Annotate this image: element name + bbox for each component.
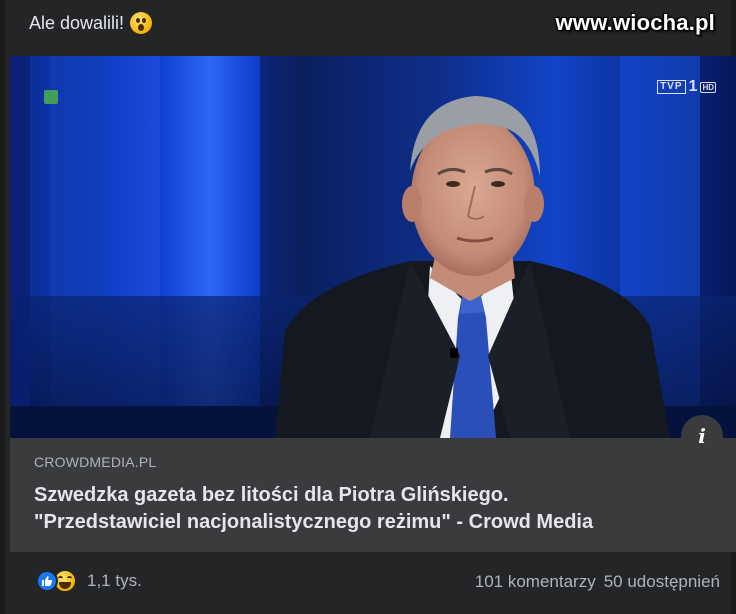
studio-photo xyxy=(10,56,736,438)
link-title-line-2: "Przedstawiciel nacjonalistycznego reżim… xyxy=(34,511,594,533)
post-message: Ale dowalili! xyxy=(29,12,125,33)
link-domain: CROWDMEDIA.PL xyxy=(34,454,157,470)
post-text: Ale dowalili! xyxy=(29,12,153,34)
overlay-badge-icon xyxy=(44,90,58,104)
info-icon[interactable]: i xyxy=(681,415,723,457)
link-preview[interactable]: CROWDMEDIA.PL Szwedzka gazeta bez litośc… xyxy=(10,438,736,552)
comments-count[interactable]: 101 komentarzy xyxy=(475,572,596,592)
reactions-summary[interactable]: 1,1 tys. xyxy=(36,569,142,593)
thumbs-up-icon xyxy=(42,576,53,586)
post-stats: 101 komentarzy 50 udostępnień xyxy=(475,572,720,592)
channel-logo: TVP 1 HD xyxy=(657,78,716,95)
post-footer: 1,1 tys. 101 komentarzy 50 udostępnień xyxy=(10,552,736,614)
link-title: Szwedzka gazeta bez litości dla Piotra G… xyxy=(34,482,724,536)
link-preview-image[interactable]: TVP 1 HD xyxy=(10,56,736,438)
channel-logo-number: 1 xyxy=(688,78,698,95)
post-card: Ale dowalili! www.wiocha.pl TVP 1 HD i C… xyxy=(0,0,736,614)
hd-badge: HD xyxy=(700,81,716,93)
like-reaction-icon xyxy=(36,570,58,592)
watermark: www.wiocha.pl xyxy=(555,10,715,35)
reaction-count[interactable]: 1,1 tys. xyxy=(87,571,142,591)
link-title-line-1: Szwedzka gazeta bez litości dla Piotra G… xyxy=(34,484,509,506)
astonished-face-icon xyxy=(130,12,153,34)
shares-count[interactable]: 50 udostępnień xyxy=(604,572,720,592)
channel-logo-text: TVP xyxy=(657,80,686,94)
